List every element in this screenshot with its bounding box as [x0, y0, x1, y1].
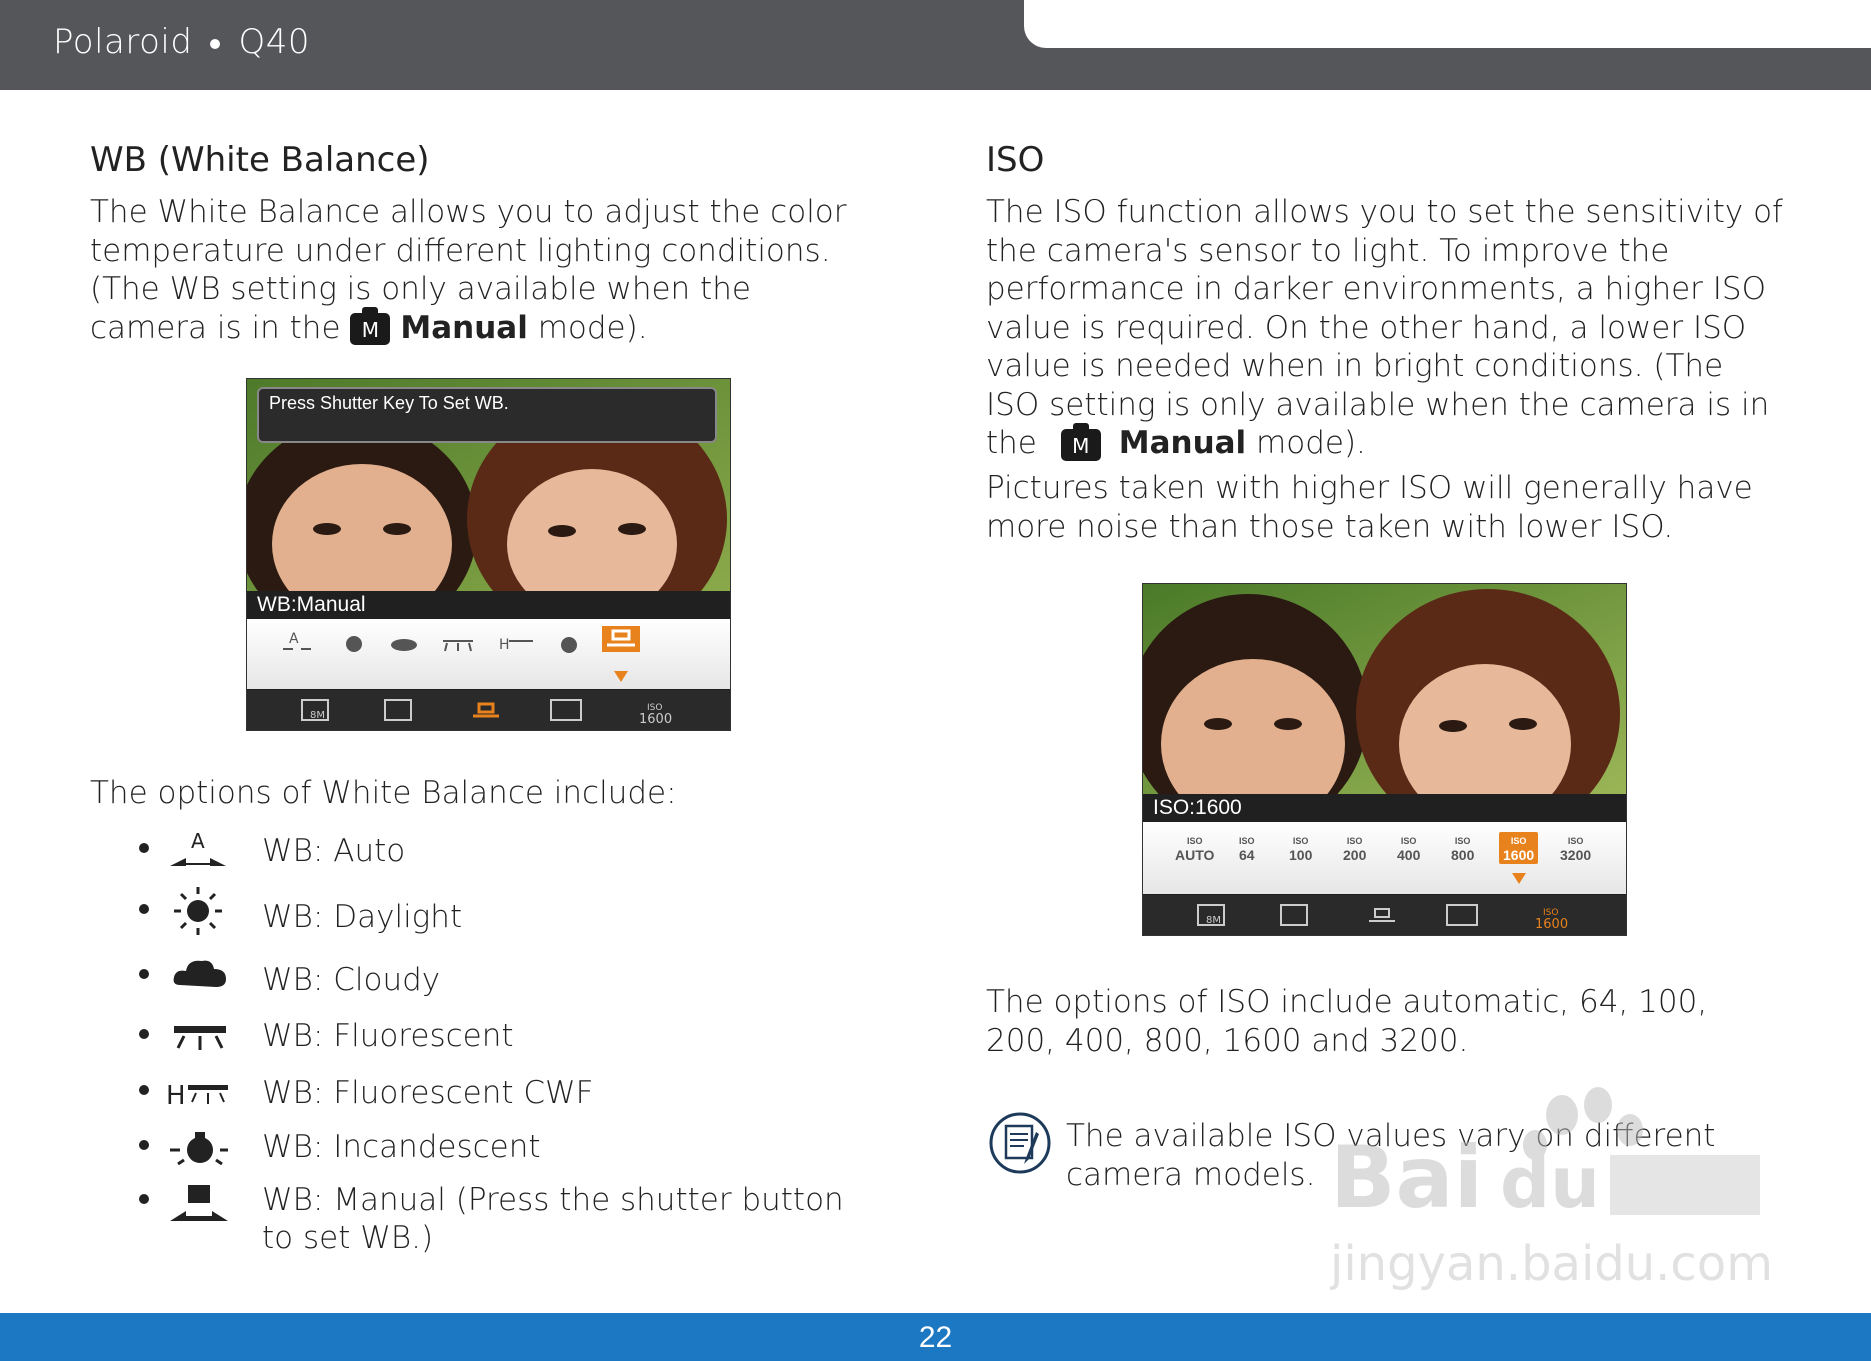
svg-text:8M: 8M	[310, 710, 325, 721]
iso-camera-screen: ISO:1600 ISO AUTO ISO 64 ISO 100 ISO 200 ISO…	[1142, 583, 1627, 936]
sample-photo	[1143, 584, 1626, 794]
header-title: Polaroid Q40	[53, 22, 310, 62]
wb-intro-end: mode).	[537, 309, 648, 346]
iso-badge-value: 1600	[1535, 917, 1568, 932]
wb-mode-label: WB:Manual	[247, 591, 730, 619]
incandescent-icon	[170, 1132, 228, 1166]
page-number: 22	[918, 1321, 953, 1354]
wb-option-label: WB: Manual (Press the shutter button to …	[262, 1182, 844, 1256]
iso-badge-value: 1600	[639, 712, 672, 727]
wb-option-label: WB: Daylight	[262, 899, 463, 935]
iso-options-text: The options of ISO include automatic, 64…	[986, 984, 1708, 1059]
page-footer: 22	[0, 1313, 1871, 1361]
iso-noise-text: Pictures taken with higher ISO will gene…	[986, 470, 1753, 545]
bullet	[139, 843, 149, 853]
svg-text:du: du	[1500, 1142, 1600, 1224]
model-name: Q40	[238, 22, 310, 62]
wb-auto-icon: A	[170, 830, 226, 866]
bullet	[139, 969, 149, 979]
wb-option-label: WB: Auto	[262, 833, 406, 869]
wb-options-heading: The options of White Balance include:	[90, 775, 677, 811]
wb-option-strip: A H	[247, 619, 730, 689]
iso-intro: The ISO function allows you to set the s…	[986, 193, 1786, 463]
wb-option-label: WB: Fluorescent CWF	[262, 1075, 594, 1111]
iso-heading: ISO	[986, 140, 1045, 180]
iso-option-strip: ISO AUTO ISO 64 ISO 100 ISO 200 ISO 400 ISO 80…	[1143, 822, 1626, 894]
wb-option-label: WB: Cloudy	[262, 962, 441, 998]
shutter-tip-box: Press Shutter Key To Set WB.	[257, 387, 717, 443]
fluorescent-icon	[174, 1026, 226, 1050]
svg-text:H: H	[166, 1081, 186, 1108]
svg-text:Bai: Bai	[1330, 1128, 1483, 1228]
svg-text:H: H	[499, 637, 510, 653]
note-icon	[989, 1112, 1051, 1174]
wb-option-label: WB: Fluorescent	[262, 1018, 514, 1054]
iso-menu-bar: 8M ISO 1600	[1143, 895, 1626, 935]
manual-mode-label: Manual	[1118, 425, 1247, 461]
wb-camera-screen: Press Shutter Key To Set WB. WB:Manual A…	[246, 378, 731, 731]
iso-intro-text: The ISO function allows you to set the s…	[986, 194, 1783, 461]
wb-heading: WB (White Balance)	[90, 140, 430, 180]
svg-text:8M: 8M	[1206, 915, 1221, 926]
manual-mode-label: Manual	[400, 309, 528, 346]
brand-name: Polaroid	[53, 22, 193, 62]
wb-menu-bar: 8M ISO 1600	[247, 690, 730, 730]
fluorescent-cwf-icon: H	[166, 1081, 228, 1108]
manual-mode-icon: M	[350, 307, 391, 345]
page-header: Polaroid Q40	[0, 0, 1871, 90]
manual-mode-icon: M	[1060, 422, 1101, 461]
wb-intro: The White Balance allows you to adjust t…	[90, 193, 870, 347]
bullet	[139, 1085, 149, 1095]
wb-manual-icon	[170, 1185, 228, 1221]
cloudy-icon	[173, 960, 226, 987]
header-tab	[1024, 0, 1871, 48]
svg-text:A: A	[289, 631, 299, 647]
svg-text:A: A	[191, 830, 205, 853]
bullet	[139, 1029, 149, 1039]
bullet	[139, 1194, 149, 1204]
svg-text:jingyan.baidu.com: jingyan.baidu.com	[1330, 1236, 1770, 1292]
baidu-watermark-logo: Bai du jingyan.baidu.com	[1330, 1087, 1770, 1292]
daylight-icon	[174, 887, 222, 935]
wb-option-label: WB: Incandescent	[262, 1129, 541, 1165]
iso-mode-label: ISO:1600	[1143, 794, 1626, 822]
separator-dot	[210, 38, 221, 49]
bullet	[139, 1140, 149, 1150]
bullet	[139, 904, 149, 914]
iso-intro-end: mode).	[1256, 425, 1366, 461]
